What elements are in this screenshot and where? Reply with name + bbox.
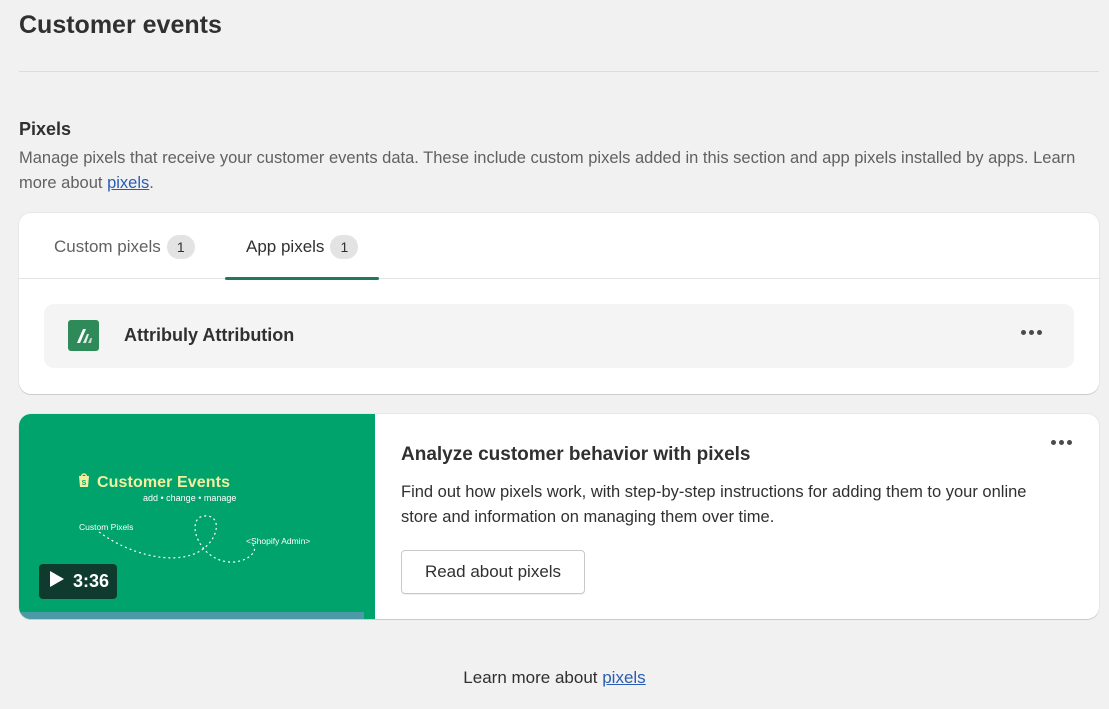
tab-custom-pixels-count-badge: 1 <box>166 235 195 259</box>
video-thumbnail[interactable]: S Customer Events add • change • manage … <box>19 414 375 619</box>
more-horizontal-icon <box>1036 329 1042 335</box>
attribuly-logo-icon <box>68 320 99 351</box>
shopify-bag-icon: S <box>77 472 91 493</box>
footer-pixels-link[interactable]: pixels <box>602 668 645 687</box>
more-horizontal-icon <box>1028 329 1034 335</box>
promo-title: Analyze customer behavior with pixels <box>401 444 751 465</box>
tab-custom-pixels-label: Custom pixels <box>54 237 161 256</box>
footer-learn-more: Learn more about pixels <box>0 668 1109 688</box>
header-divider <box>19 71 1099 72</box>
footer-text: Learn more about <box>463 668 603 687</box>
thumbnail-subtitle: add • change • manage <box>143 493 237 503</box>
thumbnail-title-group: S Customer Events <box>77 472 230 493</box>
app-pixel-name: Attribuly Attribution <box>124 325 295 345</box>
tab-app-pixels-count-badge: 1 <box>330 235 359 259</box>
video-duration: 3:36 <box>73 571 110 591</box>
pixels-section-title: Pixels <box>19 119 72 139</box>
pixels-learn-more-link[interactable]: pixels <box>107 174 149 192</box>
promo-card: S Customer Events add • change • manage … <box>19 414 1099 619</box>
tab-app-pixels[interactable]: App pixels 1 <box>225 235 379 280</box>
more-horizontal-icon <box>1058 439 1064 445</box>
app-pixel-more-actions-button[interactable] <box>1017 322 1045 342</box>
thumbnail-label-right: <Shopify Admin> <box>246 536 311 546</box>
tab-custom-pixels[interactable]: Custom pixels 1 <box>54 235 195 279</box>
svg-text:S: S <box>82 480 87 487</box>
more-horizontal-icon <box>1050 439 1056 445</box>
play-duration-chip[interactable]: 3:36 <box>39 564 117 599</box>
promo-description: Find out how pixels work, with step-by-s… <box>401 483 1027 526</box>
pixels-description-text: Manage pixels that receive your customer… <box>19 149 1076 192</box>
pixel-tabs: Custom pixels 1 App pixels 1 <box>19 213 1099 280</box>
thumbnail-label-left: Custom Pixels <box>79 522 134 532</box>
tab-app-pixels-label: App pixels <box>246 237 325 256</box>
page-title: Customer events <box>19 11 222 39</box>
thumbnail-title: Customer Events <box>97 473 231 491</box>
pixels-section-description: Manage pixels that receive your customer… <box>19 146 1099 196</box>
pixels-description-end: . <box>149 174 154 192</box>
more-horizontal-icon <box>1020 329 1026 335</box>
read-about-pixels-button[interactable]: Read about pixels <box>401 550 585 594</box>
play-icon <box>49 570 65 593</box>
pixels-card: Custom pixels 1 App pixels 1 Attribuly A… <box>19 213 1099 394</box>
app-pixel-row[interactable]: Attribuly Attribution <box>44 304 1074 368</box>
promo-more-actions-button[interactable] <box>1047 432 1075 452</box>
more-horizontal-icon <box>1066 439 1072 445</box>
video-progress-bar <box>19 612 364 619</box>
